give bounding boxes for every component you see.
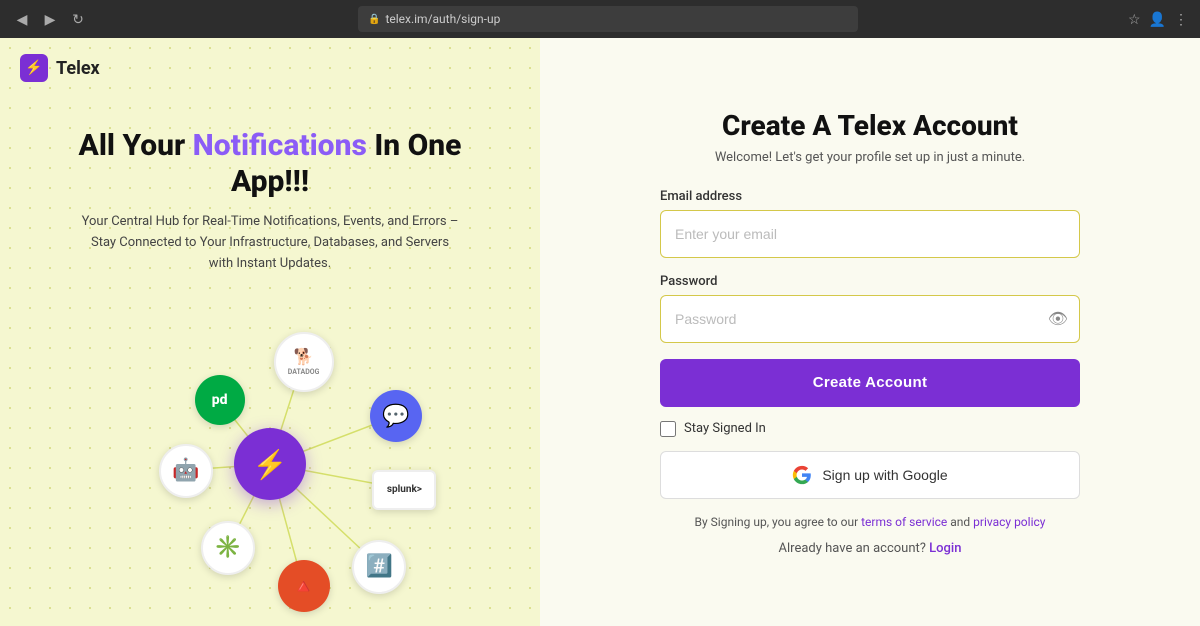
form-subtitle: Welcome! Let's get your profile set up i… [660, 150, 1080, 165]
network-diagram: ⚡ 🐕 DATADOG 💬 pd 🤖 splunk> [60, 304, 480, 624]
buddy-icon: 🤖 [159, 444, 213, 498]
hero-section: All Your Notifications In One App!!! You… [0, 98, 540, 294]
logo-text: Telex [56, 58, 100, 79]
browser-chrome: ◀ ▶ ↻ 🔒 telex.im/auth/sign-up ☆ 👤 ⋮ [0, 0, 1200, 38]
terms-and: and [947, 515, 973, 529]
eye-icon: 👁 [1048, 311, 1068, 328]
create-account-button[interactable]: Create Account [660, 359, 1080, 407]
hero-title-highlight: Notifications [193, 128, 367, 163]
login-text: Already have an account? Login [660, 541, 1080, 556]
browser-actions: ☆ 👤 ⋮ [1128, 11, 1188, 28]
stay-signed-in-group: Stay Signed In [660, 421, 1080, 437]
password-label: Password [660, 274, 1080, 289]
logo-bolt-icon: ⚡ [25, 60, 42, 76]
logo: ⚡ Telex [0, 38, 540, 98]
google-signup-button[interactable]: Sign up with Google [660, 451, 1080, 499]
email-label: Email address [660, 189, 1080, 204]
hero-title: All Your Notifications In One App!!! [60, 128, 480, 200]
terms-text: By Signing up, you agree to our terms of… [660, 515, 1080, 529]
right-panel: Create A Telex Account Welcome! Let's ge… [540, 38, 1200, 626]
hero-subtitle: Your Central Hub for Real-Time Notificat… [60, 212, 480, 274]
logo-icon: ⚡ [20, 54, 48, 82]
center-telex-icon: ⚡ [234, 428, 306, 500]
pd-icon: pd [195, 375, 245, 425]
back-button[interactable]: ◀ [12, 9, 32, 29]
terms-link[interactable]: terms of service [861, 515, 947, 529]
forward-button[interactable]: ▶ [40, 9, 60, 29]
password-group: Password 👁 [660, 274, 1080, 343]
refresh-button[interactable]: ↻ [68, 9, 88, 29]
app-container: ⚡ Telex All Your Notifications In One Ap… [0, 38, 1200, 626]
email-group: Email address [660, 189, 1080, 258]
star-button[interactable]: ☆ [1128, 11, 1141, 28]
form-title: Create A Telex Account [660, 109, 1080, 142]
lock-icon: 🔒 [368, 14, 380, 25]
login-link[interactable]: Login [929, 541, 961, 556]
address-bar[interactable]: 🔒 telex.im/auth/sign-up [358, 6, 858, 32]
url-text: telex.im/auth/sign-up [385, 12, 500, 26]
login-prefix: Already have an account? [779, 541, 930, 556]
signup-form: Create A Telex Account Welcome! Let's ge… [660, 109, 1080, 556]
password-input[interactable] [660, 295, 1080, 343]
password-toggle-button[interactable]: 👁 [1048, 309, 1068, 329]
email-input[interactable] [660, 210, 1080, 258]
password-wrapper: 👁 [660, 295, 1080, 343]
stay-signed-in-label[interactable]: Stay Signed In [684, 421, 766, 436]
slack-icon: #️⃣ [352, 540, 406, 594]
profile-button[interactable]: 👤 [1149, 11, 1166, 28]
left-panel: ⚡ Telex All Your Notifications In One Ap… [0, 38, 540, 626]
hero-title-prefix: All Your [79, 128, 193, 163]
sentry-icon: 🔺 [278, 560, 330, 612]
datadog-icon: 🐕 DATADOG [274, 332, 334, 392]
google-btn-label: Sign up with Google [822, 467, 947, 483]
asterisk-icon: ✳️ [201, 521, 255, 575]
discord-icon: 💬 [370, 390, 422, 442]
stay-signed-in-checkbox[interactable] [660, 421, 676, 437]
splunk-icon: splunk> [372, 470, 436, 510]
terms-prefix: By Signing up, you agree to our [695, 515, 862, 529]
privacy-link[interactable]: privacy policy [973, 515, 1045, 529]
google-icon [792, 465, 812, 485]
menu-button[interactable]: ⋮ [1174, 11, 1188, 28]
